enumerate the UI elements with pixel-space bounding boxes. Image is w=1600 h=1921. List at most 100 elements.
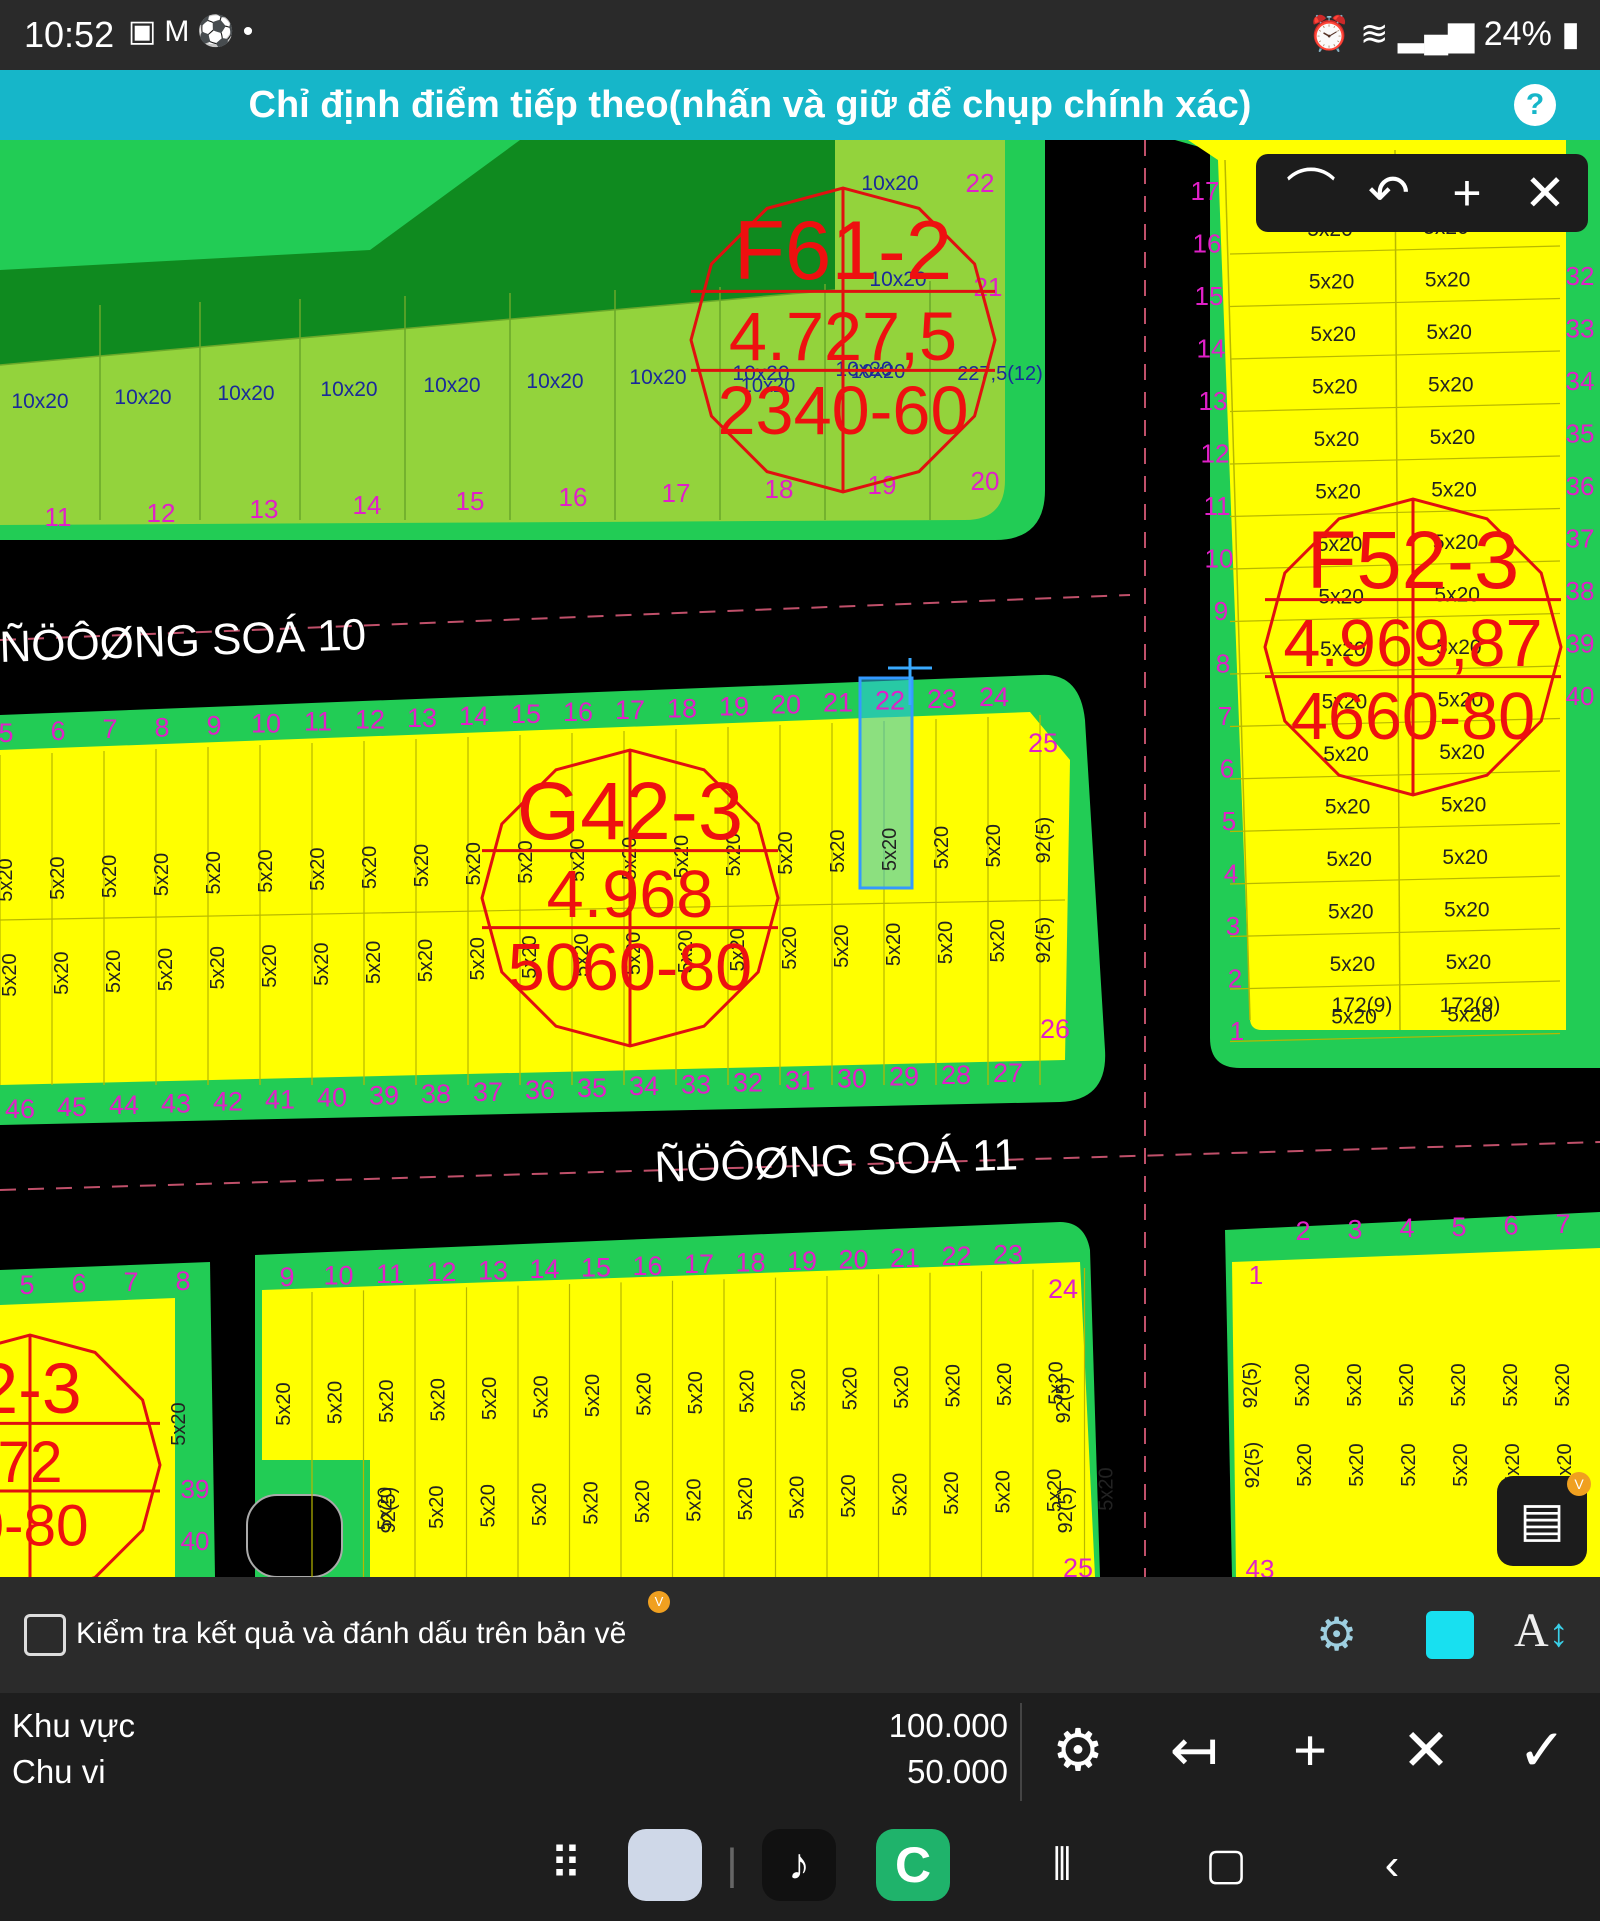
lot-size-label: 5x20 [51, 952, 73, 995]
lot-size-label: 5x20 [1314, 428, 1360, 451]
settings-button[interactable]: ⚙ [1038, 1711, 1118, 1791]
text-size-button[interactable]: A↕ [1514, 1603, 1569, 1658]
corner-lot-label: 227,5(12) [957, 363, 1043, 385]
lot-size-label: 5x20 [1500, 1363, 1522, 1406]
tiktok-icon[interactable]: ♪ [762, 1829, 836, 1901]
status-right: ⏰ ≋ ▂▄▆ 24% ▮ [1308, 14, 1580, 54]
check-icon: ✓ [1517, 1718, 1567, 1783]
lot-size-label: 5x20 [99, 855, 121, 898]
lot-number: 40 [181, 1526, 210, 1556]
ruler-settings-icon[interactable]: ⚙ [1316, 1607, 1357, 1661]
apps-grid-icon[interactable]: ⠿ [530, 1829, 602, 1901]
arc-icon[interactable]: ⌒ [1276, 158, 1346, 228]
recents-icon[interactable]: ⦀ [1026, 1829, 1098, 1901]
perimeter-label: Chu vi [12, 1753, 106, 1790]
check-result-label[interactable]: Kiểm tra kết quả và đánh dấu trên bản vẽ [76, 1617, 626, 1651]
lot-size-label: 10x20 [217, 382, 274, 405]
alarm-icon: ⏰ [1308, 15, 1351, 53]
lot-number: 44 [109, 1090, 139, 1120]
lot-number: 8 [154, 712, 169, 742]
lot-size-label: 5x20 [1346, 1443, 1368, 1486]
lot-size-label: 5x20 [634, 1373, 656, 1416]
lot-number: 30 [837, 1064, 867, 1094]
lot-size-label: 5x20 [883, 923, 905, 966]
lot-number: 6 [1503, 1210, 1518, 1240]
lot-size-label: 5x20 [307, 848, 329, 891]
lot-size-label: 5x20 [993, 1470, 1015, 1513]
lot-size-label: 5x20 [529, 1483, 551, 1526]
map-canvas[interactable]: ÑÖÔØNG SOÁ 10 ÑÖÔØNG SOÁ 11 10x20 10x20 10… [0, 140, 1600, 1577]
measure-panel: Khu vực Chu vi 100.000 50.000 ⚙ ↤ + ✕ ✓ [0, 1693, 1600, 1811]
lot-size-label: 5x20 [1315, 481, 1361, 504]
add-point-button[interactable]: + [1270, 1711, 1350, 1791]
lot-size-label: 5x20 [273, 1382, 295, 1425]
block-label-f52-code: F52-3 [1307, 515, 1520, 606]
block-label-f61-code: F61-2 [734, 203, 952, 297]
lot-size-label: 5x20 [168, 1402, 190, 1445]
lot-size-label: 5x20 [359, 846, 381, 889]
color-swatch[interactable] [1426, 1611, 1474, 1659]
undo-point-button[interactable]: ↤ [1154, 1711, 1234, 1791]
lot-size-label: 92(5) [1242, 1442, 1264, 1489]
back-icon[interactable]: ‹ [1356, 1829, 1428, 1901]
check-result-checkbox[interactable] [24, 1614, 66, 1656]
lot-size-label: 10x20 [320, 378, 377, 401]
lot-number: 17 [662, 478, 691, 508]
lot-size-label: 5x20 [891, 1366, 913, 1409]
lot-number: 11 [1204, 491, 1231, 521]
lot-number: 28 [941, 1060, 971, 1090]
calendar-badge: V [1567, 1472, 1591, 1496]
cancel-button[interactable]: ✕ [1386, 1711, 1466, 1791]
lot-number: 3 [1226, 911, 1240, 941]
lot-size-label: 5x20 [1396, 1363, 1418, 1406]
lot-size-label: 5x20 [463, 842, 485, 885]
lot-number: 18 [735, 1248, 765, 1278]
lot-number: 8 [175, 1266, 190, 1296]
lot-size-label: 5x20 [478, 1484, 500, 1527]
plus-icon[interactable]: + [1432, 158, 1502, 228]
lot-size-label: 5x20 [1325, 796, 1371, 819]
lot-number: 34 [629, 1071, 659, 1101]
lot-size-label: 5x20 [1328, 901, 1374, 924]
cadastral-map[interactable]: ÑÖÔØNG SOÁ 10 ÑÖÔØNG SOÁ 11 10x20 10x20 10… [0, 140, 1600, 1577]
road-name-11: ÑÖÔØNG SOÁ 11 [654, 1129, 1019, 1192]
lot-number: 16 [1193, 229, 1222, 259]
lot-number: 39 [1566, 629, 1595, 659]
lot-size-label: 5x20 [779, 926, 801, 969]
confirm-button[interactable]: ✓ [1502, 1711, 1582, 1791]
block-label-f61: F61-24.727,52340-60 [689, 186, 997, 494]
lot-number: 39 [181, 1474, 210, 1504]
text-size-label: A [1514, 1604, 1549, 1657]
home-icon[interactable]: ▢ [1190, 1829, 1262, 1901]
lot-number: 12 [355, 705, 385, 735]
lot-size-label: 5x20 [879, 828, 901, 871]
status-time: 10:52 [24, 14, 115, 55]
undo-icon[interactable]: ↶ [1354, 158, 1424, 228]
lot-size-label: 5x20 [325, 1381, 347, 1424]
lot-number: 12 [1201, 439, 1230, 469]
lot-number: 10 [251, 709, 281, 739]
app-folder-icon[interactable] [628, 1829, 702, 1901]
lot-number: 27 [993, 1058, 1023, 1088]
block-label-f61-area: 4.727,5 [729, 299, 957, 375]
lot-number: 14 [529, 1254, 559, 1284]
lot-size-label: 5x20 [775, 831, 797, 874]
lot-number: 40 [317, 1083, 347, 1113]
block-label-f52-dims: 4660-80 [1291, 680, 1535, 754]
calendar-button[interactable]: ▤ V [1497, 1472, 1591, 1566]
close-icon[interactable]: ✕ [1510, 158, 1580, 228]
lot-size-label: 10x20 [526, 370, 583, 393]
lot-size-label: 5x20 [943, 1364, 965, 1407]
c-app-icon[interactable]: C [876, 1829, 950, 1901]
lot-number: 18 [667, 693, 697, 723]
lot-size-label: 10x20 [423, 374, 480, 397]
lot-size-label: 5x20 [376, 1380, 398, 1423]
road-name-10: ÑÖÔØNG SOÁ 10 [0, 609, 367, 672]
help-button[interactable]: ? [1514, 84, 1556, 126]
lot-size-label: 5x20 [788, 1368, 810, 1411]
lot-number: 11 [45, 502, 72, 532]
add-icon: + [1293, 1718, 1327, 1783]
lot-size-label: 5x20 [582, 1374, 604, 1417]
lot-size-label: 5x20 [415, 939, 437, 982]
lot-size-label: 5x20 [1450, 1443, 1472, 1486]
